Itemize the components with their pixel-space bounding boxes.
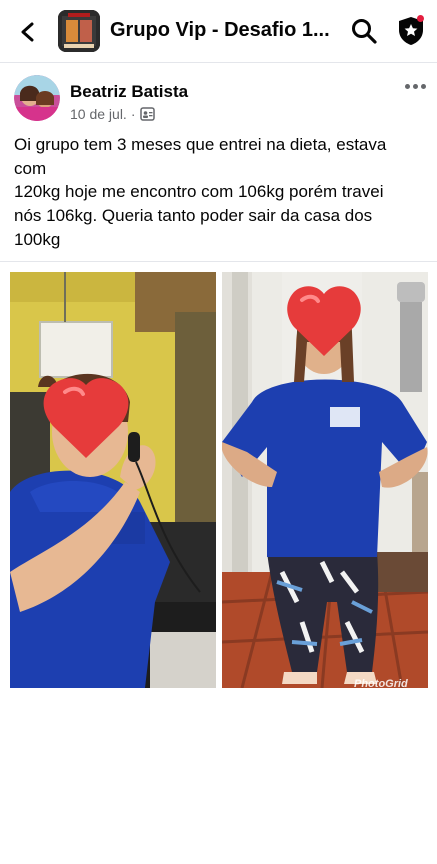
- header-divider: [0, 62, 437, 63]
- after-photo[interactable]: [222, 272, 428, 688]
- post-text-line: com: [14, 158, 47, 178]
- before-photo[interactable]: [10, 272, 216, 688]
- group-cover-thumbnail[interactable]: [58, 10, 100, 52]
- post-text-line: 120kg hoje me encontro com 106kg porém t…: [14, 182, 384, 202]
- post-options-button[interactable]: [402, 78, 428, 94]
- post-text: Oi grupo tem 3 meses que entrei na dieta…: [14, 133, 424, 252]
- author-avatar[interactable]: [14, 75, 60, 121]
- post-meta: 10 de jul. ·: [70, 106, 155, 122]
- photo-collage[interactable]: PhotoGrid: [10, 272, 428, 690]
- group-title[interactable]: Grupo Vip - Desafio 1...: [110, 19, 330, 42]
- search-icon: [352, 19, 377, 44]
- post-text-line: nós 106kg. Queria tanto poder sair da ca…: [14, 206, 373, 226]
- group-header: Grupo Vip - Desafio 1...: [0, 0, 437, 62]
- notification-dot: [417, 15, 424, 22]
- back-button[interactable]: [14, 18, 42, 46]
- post-date[interactable]: 10 de jul.: [70, 106, 127, 122]
- search-button[interactable]: [350, 17, 378, 45]
- chevron-left-icon: [21, 22, 34, 42]
- more-dots-icon: [404, 83, 410, 89]
- text-divider: [0, 261, 437, 262]
- photogrid-watermark: PhotoGrid: [354, 678, 408, 690]
- group-members-icon: [139, 107, 155, 121]
- post-text-line: Oi grupo tem 3 meses que entrei na dieta…: [14, 135, 387, 154]
- post-text-line: 100kg: [14, 229, 61, 249]
- author-name[interactable]: Beatriz Batista: [70, 82, 188, 102]
- meta-separator: ·: [130, 106, 136, 122]
